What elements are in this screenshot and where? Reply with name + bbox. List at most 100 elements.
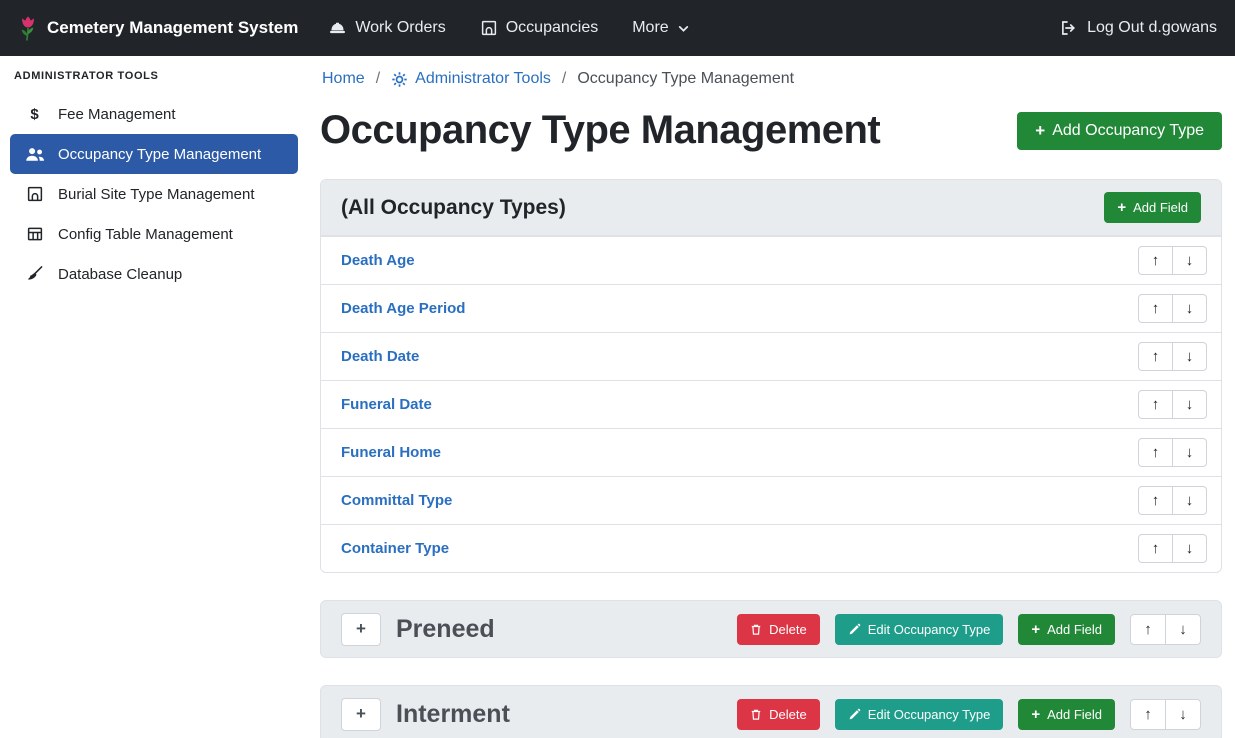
type-actions: Delete Edit Occupancy Type + Add Field <box>737 699 1201 730</box>
edit-occupancy-type-button[interactable]: Edit Occupancy Type <box>835 699 1004 730</box>
arrow-up-icon: ↑ <box>1152 444 1160 461</box>
move-up-button[interactable]: ↑ <box>1138 438 1173 467</box>
logout-button[interactable]: Log Out d.gowans <box>1059 19 1217 37</box>
breadcrumb-administrator-tools-label: Administrator Tools <box>415 70 551 88</box>
sidebar-item-burial-site-type-management[interactable]: Burial Site Type Management <box>10 174 298 214</box>
sidebar-header: Administrator Tools <box>10 66 298 94</box>
arrow-down-icon: ↓ <box>1179 706 1187 723</box>
field-row: Death Date ↑ ↓ <box>321 332 1221 380</box>
plus-icon: + <box>1035 122 1045 139</box>
field-row: Death Age Period ↑ ↓ <box>321 284 1221 332</box>
reorder-controls: ↑ ↓ <box>1130 699 1201 730</box>
broom-icon <box>24 265 45 283</box>
edit-occupancy-type-label: Edit Occupancy Type <box>868 707 991 722</box>
logout-label: Log Out d.gowans <box>1087 19 1217 37</box>
move-down-button[interactable]: ↓ <box>1172 294 1207 323</box>
nav-work-orders-label: Work Orders <box>355 19 445 37</box>
nav-work-orders[interactable]: Work Orders <box>328 19 445 37</box>
move-down-button[interactable]: ↓ <box>1172 486 1207 515</box>
arrow-up-icon: ↑ <box>1144 621 1152 638</box>
breadcrumb-home[interactable]: Home <box>322 70 365 88</box>
type-actions: Delete Edit Occupancy Type + Add Field <box>737 614 1201 645</box>
sidebar: Administrator Tools $ Fee Management Occ… <box>0 56 308 738</box>
field-link[interactable]: Funeral Home <box>335 444 441 461</box>
hard-hat-icon <box>328 19 347 37</box>
all-occupancy-types-header: (All Occupancy Types) + Add Field <box>321 180 1221 236</box>
field-link[interactable]: Committal Type <box>335 492 452 509</box>
top-navbar: Cemetery Management System Work Orders O… <box>0 0 1235 56</box>
field-link[interactable]: Container Type <box>335 540 449 557</box>
arrow-down-icon: ↓ <box>1179 621 1187 638</box>
breadcrumb-separator: / <box>562 70 566 88</box>
expand-button[interactable]: + <box>341 698 381 731</box>
arrow-up-icon: ↑ <box>1152 540 1160 557</box>
field-link[interactable]: Funeral Date <box>335 396 432 413</box>
reorder-controls: ↑ ↓ <box>1138 294 1207 323</box>
main-content: Home / Administrator Tools / Occupancy T… <box>308 56 1235 738</box>
plus-icon: + <box>1117 200 1126 215</box>
arrow-up-icon: ↑ <box>1152 252 1160 269</box>
delete-button[interactable]: Delete <box>737 699 820 730</box>
move-down-button[interactable]: ↓ <box>1172 534 1207 563</box>
move-down-button[interactable]: ↓ <box>1172 246 1207 275</box>
add-field-button[interactable]: + Add Field <box>1018 699 1115 730</box>
main-nav: Work Orders Occupancies More <box>328 19 689 37</box>
delete-button[interactable]: Delete <box>737 614 820 645</box>
move-up-button[interactable]: ↑ <box>1130 614 1166 645</box>
move-up-button[interactable]: ↑ <box>1138 390 1173 419</box>
gear-icon <box>391 71 408 88</box>
occupancy-type-title: Interment <box>396 700 510 729</box>
sidebar-item-database-cleanup[interactable]: Database Cleanup <box>10 254 298 294</box>
sidebar-item-label: Database Cleanup <box>58 266 182 283</box>
field-row: Container Type ↑ ↓ <box>321 524 1221 572</box>
field-row: Funeral Date ↑ ↓ <box>321 380 1221 428</box>
add-field-button[interactable]: + Add Field <box>1104 192 1201 223</box>
expand-button[interactable]: + <box>341 613 381 646</box>
edit-occupancy-type-button[interactable]: Edit Occupancy Type <box>835 614 1004 645</box>
move-down-button[interactable]: ↓ <box>1172 438 1207 467</box>
arrow-down-icon: ↓ <box>1186 396 1194 413</box>
occupancy-type-card-interment: + Interment Delete <box>320 685 1222 738</box>
sidebar-item-config-table-management[interactable]: Config Table Management <box>10 214 298 254</box>
nav-more-label: More <box>632 19 668 37</box>
move-down-button[interactable]: ↓ <box>1165 614 1201 645</box>
reorder-controls: ↑ ↓ <box>1130 614 1201 645</box>
nav-occupancies[interactable]: Occupancies <box>480 19 599 37</box>
sidebar-item-label: Fee Management <box>58 106 176 123</box>
sidebar-item-fee-management[interactable]: $ Fee Management <box>10 94 298 134</box>
move-up-button[interactable]: ↑ <box>1130 699 1166 730</box>
field-link[interactable]: Death Date <box>335 348 419 365</box>
dollar-icon: $ <box>24 106 45 123</box>
field-link[interactable]: Death Age <box>335 252 415 269</box>
breadcrumb-current: Occupancy Type Management <box>577 70 794 88</box>
table-icon <box>24 225 45 243</box>
move-up-button[interactable]: ↑ <box>1138 486 1173 515</box>
plus-icon: + <box>1031 707 1040 722</box>
move-down-button[interactable]: ↓ <box>1172 390 1207 419</box>
move-down-button[interactable]: ↓ <box>1172 342 1207 371</box>
move-up-button[interactable]: ↑ <box>1138 534 1173 563</box>
add-field-button[interactable]: + Add Field <box>1018 614 1115 645</box>
add-field-label: Add Field <box>1133 200 1188 215</box>
sign-out-icon <box>1059 19 1078 37</box>
page-title: Occupancy Type Management <box>320 108 880 153</box>
arrow-down-icon: ↓ <box>1186 348 1194 365</box>
arrow-down-icon: ↓ <box>1186 252 1194 269</box>
breadcrumb-administrator-tools[interactable]: Administrator Tools <box>391 70 551 88</box>
move-up-button[interactable]: ↑ <box>1138 246 1173 275</box>
delete-label: Delete <box>769 622 807 637</box>
delete-label: Delete <box>769 707 807 722</box>
arrow-up-icon: ↑ <box>1152 396 1160 413</box>
field-link[interactable]: Death Age Period <box>335 300 465 317</box>
add-occupancy-type-button[interactable]: + Add Occupancy Type <box>1017 112 1222 150</box>
reorder-controls: ↑ ↓ <box>1138 342 1207 371</box>
move-down-button[interactable]: ↓ <box>1165 699 1201 730</box>
app-title: Cemetery Management System <box>47 18 298 38</box>
move-up-button[interactable]: ↑ <box>1138 294 1173 323</box>
app-brand[interactable]: Cemetery Management System <box>18 15 298 42</box>
move-up-button[interactable]: ↑ <box>1138 342 1173 371</box>
sidebar-item-occupancy-type-management[interactable]: Occupancy Type Management <box>10 134 298 174</box>
pencil-icon <box>848 708 861 721</box>
nav-more[interactable]: More <box>632 19 689 37</box>
plus-icon: + <box>356 619 366 639</box>
